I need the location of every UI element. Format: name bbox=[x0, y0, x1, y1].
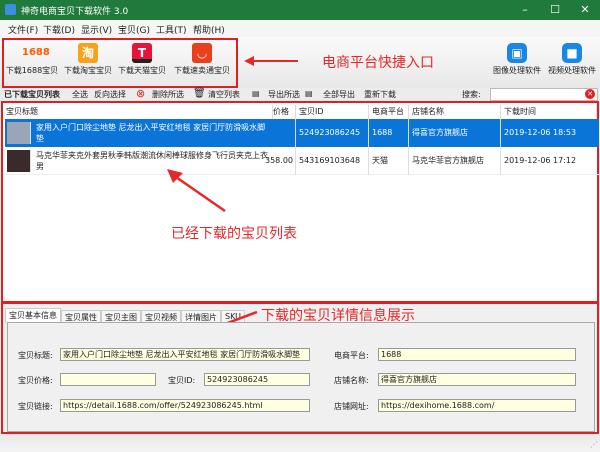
video-tool-button[interactable]: ■ 视频处理软件 bbox=[544, 39, 600, 85]
shop-label: 店铺名称: bbox=[334, 376, 369, 385]
invert-selection-button[interactable]: 反向选择 bbox=[94, 89, 126, 100]
video-icon: ■ bbox=[562, 43, 582, 63]
menu-item[interactable]: 宝贝(G) bbox=[118, 23, 150, 36]
button-label: 视频处理软件 bbox=[548, 66, 596, 75]
app-icon bbox=[5, 4, 16, 15]
basic-info-group: 宝贝标题: 家用入户门口除尘地垫 尼龙出入平安红地毯 家居门厅防滑吸水脚垫 宝贝… bbox=[7, 322, 595, 432]
cell-id: 543169103648 bbox=[296, 147, 369, 175]
product-list: 宝贝标题 价格 宝贝ID 电商平台 店铺名称 下载时间 家用入户门口除尘地垫 尼… bbox=[1, 101, 599, 303]
product-thumbnail bbox=[7, 122, 31, 144]
clear-list-button[interactable]: 清空列表 bbox=[208, 89, 240, 100]
resize-grip-icon[interactable]: ⋰ bbox=[590, 440, 598, 449]
search-input[interactable] bbox=[490, 88, 598, 101]
table-row[interactable]: 马克华菲夹克外套男秋季韩版潮流休闲棒球服修身飞行员夹克上衣男 358.00 54… bbox=[5, 147, 599, 175]
platform-label: 电商平台: bbox=[334, 351, 369, 360]
cell-time: 2019-12-06 18:53 bbox=[504, 128, 577, 137]
status-bar: ⋰ bbox=[0, 434, 600, 452]
minimize-button[interactable]: – bbox=[510, 2, 540, 18]
download-taobao-button[interactable]: 淘 下载淘宝宝贝 bbox=[60, 39, 116, 85]
title-label: 宝贝标题: bbox=[18, 351, 53, 360]
menu-help[interactable]: 帮助(H) bbox=[193, 23, 225, 36]
export-selected-button[interactable]: 导出所选 bbox=[268, 89, 300, 100]
aliexpress-icon: ◡ bbox=[192, 43, 212, 63]
platform-field[interactable]: 1688 bbox=[378, 348, 576, 361]
shop-field[interactable]: 得喜官方旗舰店 bbox=[378, 373, 576, 386]
image-icon: ▣ bbox=[507, 43, 527, 63]
tmall-icon: T bbox=[132, 43, 152, 63]
price-field[interactable] bbox=[60, 373, 156, 386]
taobao-icon: 淘 bbox=[78, 43, 98, 63]
table-row[interactable]: 家用入户门口除尘地垫 尼龙出入平安红地毯 家居门厅防滑吸水脚垫 52492308… bbox=[5, 119, 599, 147]
cell-shop: 得喜官方旗舰店 bbox=[409, 119, 501, 147]
button-label: 图像处理软件 bbox=[493, 66, 541, 75]
maximize-button[interactable]: ☐ bbox=[540, 2, 570, 18]
arrow-line bbox=[248, 60, 298, 62]
cell-shop: 马克华菲官方旗舰店 bbox=[409, 147, 501, 175]
cell-title: 马克华菲夹克外套男秋季韩版潮流休闲棒球服修身飞行员夹克上衣男 bbox=[36, 151, 268, 171]
col-shop[interactable]: 店铺名称 bbox=[409, 105, 501, 119]
close-button[interactable]: ✕ bbox=[570, 2, 600, 18]
download-tmall-button[interactable]: T 下载天猫宝贝 bbox=[114, 39, 170, 85]
cell-price: 358.00 bbox=[251, 147, 296, 175]
button-label: 下载天猫宝贝 bbox=[118, 66, 166, 75]
cell-id: 524923086245 bbox=[296, 119, 369, 147]
download-1688-button[interactable]: 1688 下载1688宝贝 bbox=[4, 39, 60, 85]
menu-download[interactable]: 下载(D) bbox=[43, 23, 75, 36]
cell-title: 家用入户门口除尘地垫 尼龙出入平安红地毯 家居门厅防滑吸水脚垫 bbox=[36, 123, 266, 143]
toolbar: 1688 下载1688宝贝 淘 下载淘宝宝贝 T 下载天猫宝贝 ◡ 下载速卖通宝… bbox=[0, 37, 600, 88]
price-label: 宝贝价格: bbox=[18, 376, 53, 385]
id-label: 宝贝ID: bbox=[168, 376, 196, 385]
title-bar: 神奇电商宝贝下载软件 3.0 – ☐ ✕ bbox=[0, 0, 600, 20]
annotation-shortcut: 电商平台快捷入口 bbox=[322, 55, 434, 71]
product-thumbnail bbox=[7, 150, 31, 172]
cell-platform: 1688 bbox=[369, 119, 409, 147]
window-title: 神奇电商宝贝下载软件 3.0 bbox=[21, 7, 129, 17]
1688-icon: 1688 bbox=[22, 47, 50, 58]
download-aliexpress-button[interactable]: ◡ 下载速卖通宝贝 bbox=[172, 39, 232, 85]
save-icon: ▤ bbox=[252, 89, 260, 98]
col-platform[interactable]: 电商平台 bbox=[369, 105, 409, 119]
shop-url-field[interactable]: https://dexihome.1688.com/ bbox=[378, 399, 576, 412]
cell-platform: 天猫 bbox=[369, 147, 409, 175]
image-tool-button[interactable]: ▣ 图像处理软件 bbox=[488, 39, 546, 85]
annotation-list: 已经下载的宝贝列表 bbox=[171, 226, 297, 242]
button-label: 下载1688宝贝 bbox=[5, 66, 59, 75]
menu-tools[interactable]: 工具(T) bbox=[156, 23, 187, 36]
save-all-icon: ▤ bbox=[305, 89, 313, 98]
id-field[interactable]: 524923086245 bbox=[204, 373, 310, 386]
delete-icon: ⊗ bbox=[136, 87, 146, 100]
button-label: 下载淘宝宝贝 bbox=[64, 66, 112, 75]
delete-selected-button[interactable]: 删除所选 bbox=[152, 89, 184, 100]
button-label: 下载速卖通宝贝 bbox=[174, 66, 230, 75]
tab-basic-info[interactable]: 宝贝基本信息 bbox=[5, 308, 61, 323]
shop-url-label: 店铺网址: bbox=[334, 402, 369, 411]
list-toolbar: 已下载宝贝列表 全选 反向选择 ⊗ 删除所选 🗑 清空列表 ▤ 导出所选 ▤ 全… bbox=[0, 87, 600, 102]
col-time[interactable]: 下载时间 bbox=[501, 105, 597, 119]
detail-panel: 宝贝基本信息 宝贝属性 宝贝主图 宝贝视频 详情图片 SKU 下载的宝贝详情信息… bbox=[1, 302, 599, 434]
trash-icon: 🗑 bbox=[193, 88, 206, 99]
cell-time: 2019-12-06 17:12 bbox=[504, 156, 577, 165]
select-all-button[interactable]: 全选 bbox=[72, 89, 88, 100]
arrow-icon bbox=[167, 169, 226, 213]
link-label: 宝贝链接: bbox=[18, 402, 53, 411]
export-all-button[interactable]: 全部导出 bbox=[323, 89, 355, 100]
redownload-button[interactable]: 重新下载 bbox=[364, 89, 396, 100]
search-label: 搜索: bbox=[462, 90, 481, 99]
arrow-head-icon bbox=[244, 56, 254, 66]
col-id[interactable]: 宝贝ID bbox=[296, 105, 369, 119]
menu-view[interactable]: 显示(V) bbox=[81, 23, 112, 36]
title-field[interactable]: 家用入户门口除尘地垫 尼龙出入平安红地毯 家居门厅防滑吸水脚垫 bbox=[60, 348, 310, 361]
col-title[interactable]: 宝贝标题 bbox=[3, 105, 273, 119]
cell-price bbox=[271, 119, 296, 147]
menu-file[interactable]: 文件(F) bbox=[8, 23, 38, 36]
col-price[interactable]: 价格 bbox=[273, 105, 296, 119]
clear-search-icon[interactable]: ✕ bbox=[585, 89, 595, 99]
link-field[interactable]: https://detail.1688.com/offer/5249230862… bbox=[60, 399, 310, 412]
menu-bar: 文件(F) 下载(D) 显示(V) 宝贝(G) 工具(T) 帮助(H) bbox=[0, 20, 600, 37]
list-title: 已下载宝贝列表 bbox=[4, 90, 60, 99]
